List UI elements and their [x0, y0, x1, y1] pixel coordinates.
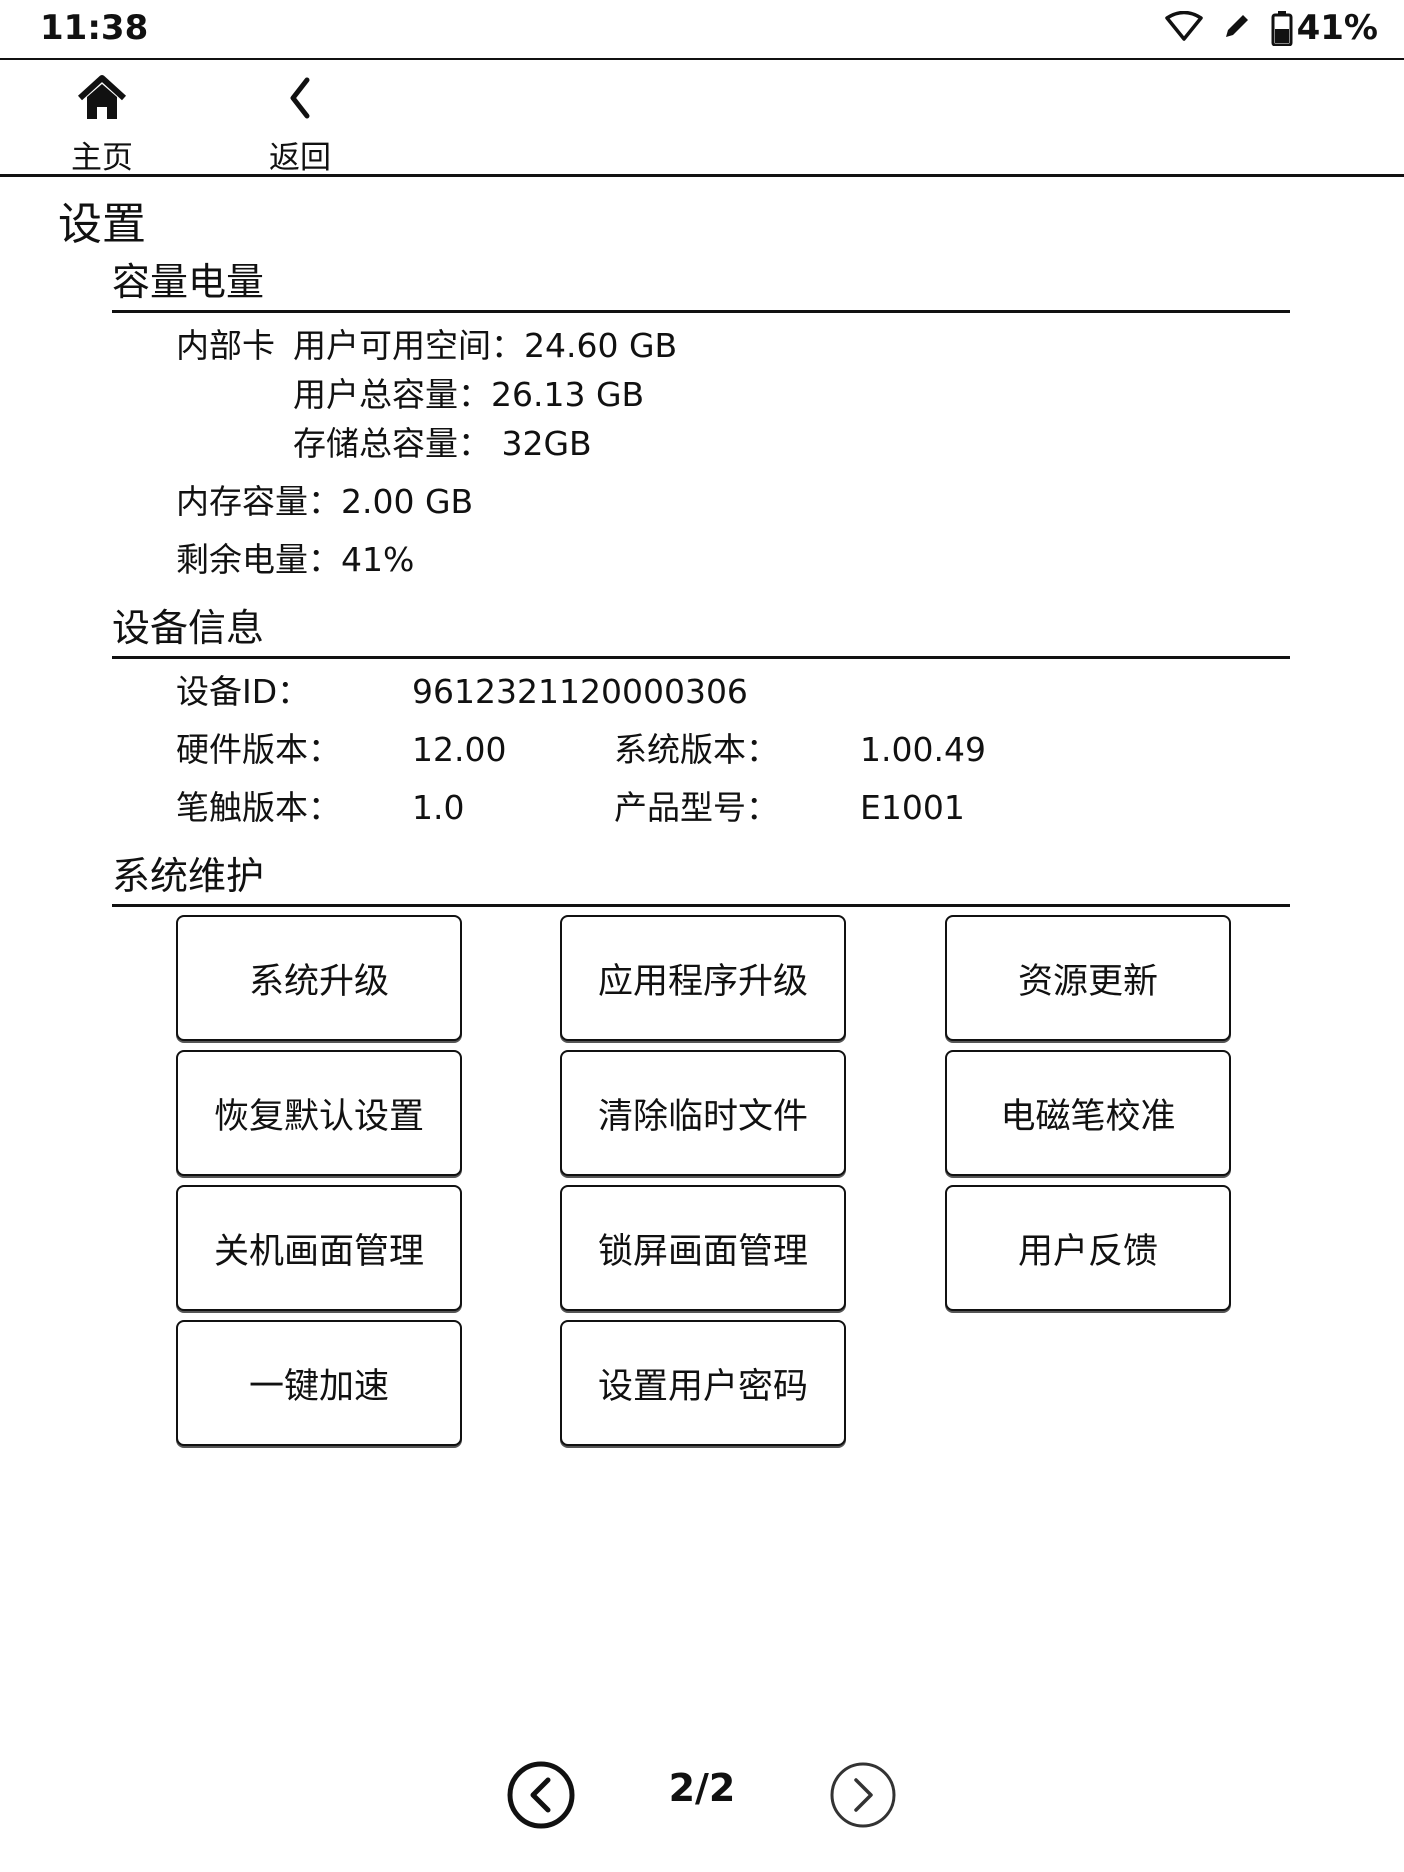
home-label: 主页: [71, 140, 133, 176]
pen-icon: [1221, 10, 1253, 46]
shutdown-screen-manage-button[interactable]: 关机画面管理: [176, 1185, 462, 1311]
user-available-space: 用户可用空间：24.60 GB: [293, 326, 678, 365]
home-button[interactable]: 主页: [37, 68, 167, 177]
one-key-speedup-button[interactable]: 一键加速: [176, 1320, 462, 1446]
user-feedback-button[interactable]: 用户反馈: [945, 1185, 1231, 1311]
chevron-left-icon: [235, 68, 365, 128]
product-model-value: E1001: [860, 788, 965, 827]
page-indicator: 2/2: [668, 1766, 736, 1810]
hardware-version-label: 硬件版本：: [176, 730, 341, 769]
set-user-password-button[interactable]: 设置用户密码: [560, 1320, 846, 1446]
storage-total-capacity: 存储总容量： 32GB: [293, 424, 592, 463]
system-version-value: 1.00.49: [860, 730, 986, 769]
product-model-label: 产品型号：: [614, 788, 779, 827]
resource-update-button[interactable]: 资源更新: [945, 915, 1231, 1041]
pen-version-value: 1.0: [412, 788, 465, 827]
section-header-maintenance: 系统维护: [112, 850, 1290, 907]
device-id-label: 设备ID：: [176, 672, 311, 711]
app-upgrade-button[interactable]: 应用程序升级: [560, 915, 846, 1041]
status-time: 11:38: [40, 8, 149, 48]
battery-remaining: 剩余电量：41%: [176, 540, 415, 579]
lockscreen-manage-button[interactable]: 锁屏画面管理: [560, 1185, 846, 1311]
battery-icon: 41%: [1271, 8, 1378, 48]
memory-capacity: 内存容量：2.00 GB: [176, 482, 474, 521]
prev-page-button[interactable]: [506, 1760, 576, 1830]
wifi-icon: [1164, 10, 1203, 45]
status-icons: 41%: [1164, 6, 1378, 50]
back-label: 返回: [269, 140, 331, 176]
section-header-device-info: 设备信息: [112, 602, 1290, 659]
restore-defaults-button[interactable]: 恢复默认设置: [176, 1050, 462, 1176]
system-version-label: 系统版本：: [614, 730, 779, 769]
clear-temp-files-button[interactable]: 清除临时文件: [560, 1050, 846, 1176]
page-title: 设置: [58, 199, 146, 250]
pen-calibration-button[interactable]: 电磁笔校准: [945, 1050, 1231, 1176]
chevron-right-circle-icon: [830, 1762, 896, 1828]
pager: 2/2: [0, 1760, 1404, 1840]
device-id-value: 9612321120000306: [412, 672, 748, 711]
internal-card-label: 内部卡: [176, 326, 275, 365]
pen-version-label: 笔触版本：: [176, 788, 341, 827]
status-bar: 11:38 41%: [0, 0, 1404, 60]
user-total-capacity: 用户总容量：26.13 GB: [293, 375, 645, 414]
hardware-version-value: 12.00: [412, 730, 507, 769]
home-icon: [37, 68, 167, 128]
nav-bar: 主页 返回: [0, 60, 1404, 177]
back-button[interactable]: 返回: [235, 68, 365, 177]
section-header-storage: 容量电量: [112, 256, 1290, 313]
chevron-left-circle-icon: [507, 1761, 575, 1829]
battery-percent: 41%: [1296, 8, 1378, 48]
system-upgrade-button[interactable]: 系统升级: [176, 915, 462, 1041]
next-page-button[interactable]: [828, 1760, 898, 1830]
